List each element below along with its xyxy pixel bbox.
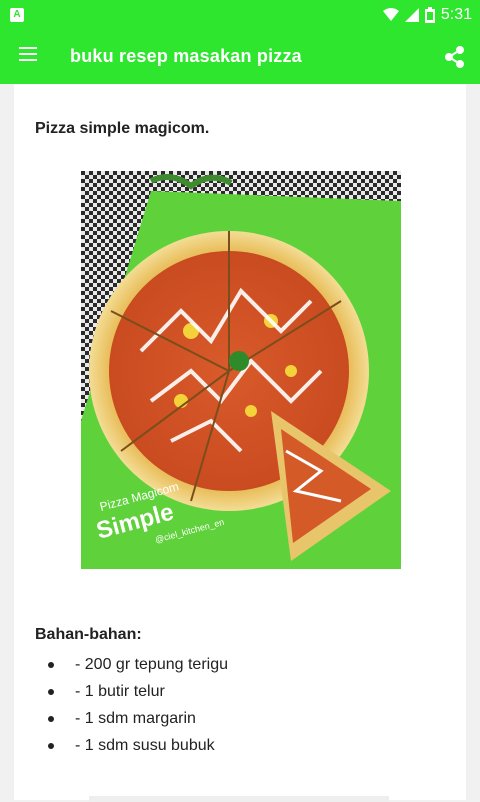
bullet-icon (48, 716, 54, 722)
list-item: - 1 sdm margarin (38, 705, 228, 732)
ingredient-text: - 1 sdm susu bubuk (75, 737, 215, 754)
status-bar: A 5:31 (0, 0, 480, 30)
hamburger-menu-icon[interactable] (14, 43, 42, 71)
ingredient-text: - 1 butir telur (75, 683, 165, 700)
ingredient-text: - 200 gr tepung terigu (75, 656, 228, 673)
bullet-icon (48, 689, 54, 695)
bullet-icon (48, 743, 54, 749)
status-time: 5:31 (440, 6, 472, 23)
list-item: - 1 sdm susu bubuk (38, 732, 228, 759)
app-bar: buku resep masakan pizza (0, 30, 480, 84)
share-icon[interactable] (440, 42, 470, 72)
recipe-title: Pizza simple magicom. (35, 120, 210, 137)
bullet-icon (48, 662, 54, 668)
battery-icon (424, 7, 435, 23)
content-continuation (89, 796, 389, 802)
recipe-card: Pizza simple magicom. Pizza Magicom Simp… (14, 84, 466, 802)
signal-icon (404, 8, 419, 22)
app-title: buku resep masakan pizza (70, 46, 302, 66)
list-item: - 1 butir telur (38, 678, 228, 705)
status-icons: 5:31 (382, 5, 472, 25)
ingredients-list: - 200 gr tepung terigu - 1 butir telur -… (38, 651, 228, 759)
list-item: - 200 gr tepung terigu (38, 651, 228, 678)
wifi-icon (382, 8, 399, 21)
ingredient-text: - 1 sdm margarin (75, 710, 196, 727)
recipe-photo: Pizza Magicom Simple @ciel_kitchen_en (81, 171, 401, 569)
notification-app-icon: A (10, 8, 24, 22)
ingredients-heading: Bahan-bahan: (35, 626, 142, 643)
